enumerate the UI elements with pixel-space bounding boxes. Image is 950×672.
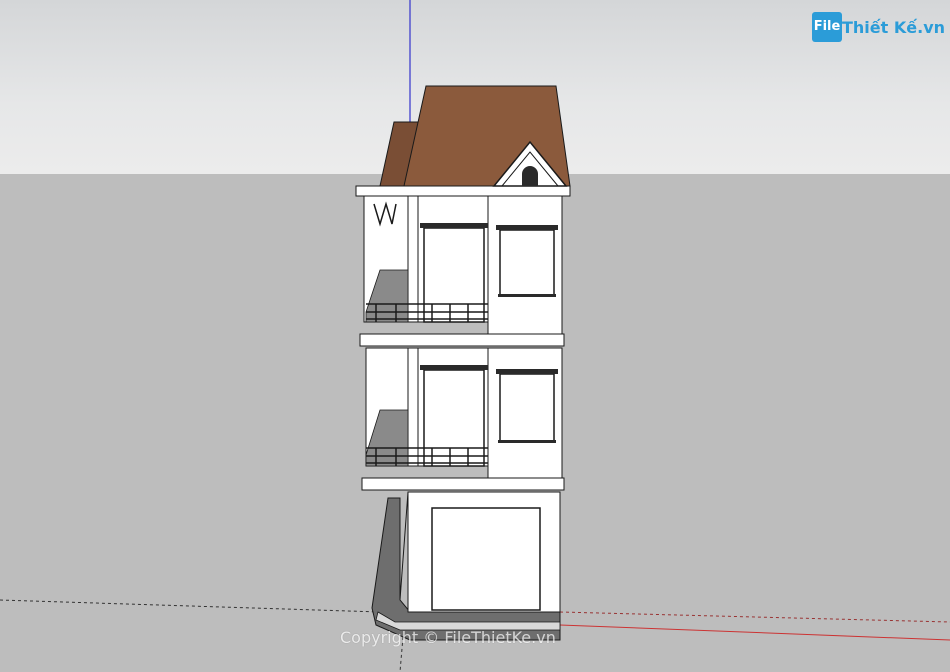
slab-1 xyxy=(361,477,565,491)
ground-floor-side-edge xyxy=(399,491,409,601)
sketchup-viewport[interactable]: File Thiết Kế.vn Copyright © FileThietKe… xyxy=(0,0,950,672)
floor2-door-hood xyxy=(420,223,488,228)
red-axis-dotted xyxy=(559,611,950,623)
floor1-window-sill xyxy=(498,440,556,443)
cornice xyxy=(355,185,571,197)
floor1-window xyxy=(499,373,555,443)
floor1-door-hood xyxy=(420,365,488,370)
logo-badge: File xyxy=(812,12,842,42)
floor1-door xyxy=(423,369,485,467)
garage-door xyxy=(431,507,541,611)
house-3d-model[interactable] xyxy=(0,0,950,672)
copyright-watermark: Copyright © FileThietKe.vn xyxy=(340,628,556,647)
green-axis-dotted xyxy=(0,599,381,613)
floor1-window-hood xyxy=(496,369,558,374)
filethietke-logo: File Thiết Kế.vn xyxy=(812,10,945,44)
gable-vent xyxy=(522,166,538,186)
floor2-window xyxy=(499,229,555,297)
logo-wordmark: Thiết Kế.vn xyxy=(842,18,946,37)
slab-2 xyxy=(359,333,565,347)
red-axis xyxy=(559,624,950,641)
floor2-window-sill xyxy=(498,294,556,297)
floor2-column xyxy=(407,195,419,323)
floor2-door xyxy=(423,227,485,323)
floor2-window-hood xyxy=(496,225,558,230)
